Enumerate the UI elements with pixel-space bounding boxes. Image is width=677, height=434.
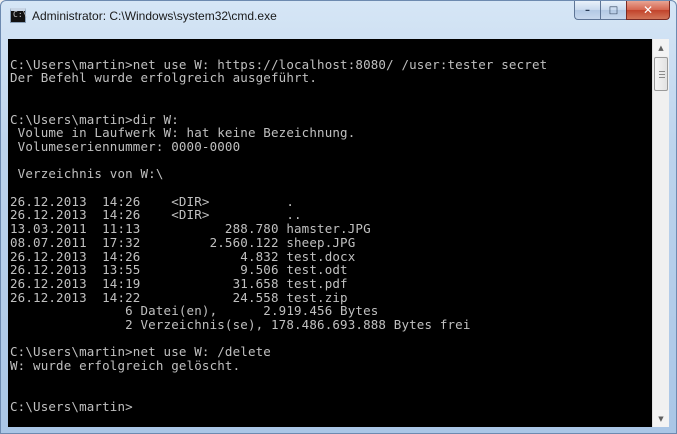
scroll-down-button[interactable]: ▼ <box>653 410 669 427</box>
scroll-thumb[interactable] <box>654 57 668 91</box>
console-line: W: wurde erfolgreich gelöscht. <box>10 358 241 374</box>
grip-line <box>659 77 665 78</box>
cmd-window: C:\ Administrator: C:\Windows\system32\c… <box>0 0 677 434</box>
close-button[interactable]: ✕ <box>626 1 670 20</box>
console-text: C:\Users\martin>net use W: https://local… <box>10 44 547 414</box>
caption-buttons: – □ ✕ <box>574 1 670 21</box>
minimize-button[interactable]: – <box>574 1 600 20</box>
cmd-icon[interactable]: C:\ <box>10 8 28 23</box>
console-line: Der Befehl wurde erfolgreich ausgeführt. <box>10 70 318 86</box>
console-line: C:\Users\martin> <box>10 399 133 415</box>
close-icon: ✕ <box>642 3 654 17</box>
grip-line <box>659 74 665 75</box>
grip-line <box>659 71 665 72</box>
up-arrow-icon: ▲ <box>658 43 664 52</box>
maximize-icon: □ <box>608 4 619 16</box>
down-arrow-icon: ▼ <box>658 414 664 423</box>
maximize-button[interactable]: □ <box>600 1 626 20</box>
scroll-up-button[interactable]: ▲ <box>653 39 669 56</box>
console-line: 2 Verzeichnis(se), 178.486.693.888 Bytes… <box>10 317 471 333</box>
console-line: Volumeseriennummer: 0000-0000 <box>10 138 241 154</box>
title-bar[interactable]: C:\ Administrator: C:\Windows\system32\c… <box>1 1 676 33</box>
vertical-scrollbar[interactable]: ▲ ▼ <box>652 39 669 427</box>
console-line: Verzeichnis von W:\ <box>10 166 164 182</box>
cmd-icon-glyph: C:\ <box>13 10 28 19</box>
console-output[interactable]: C:\Users\martin>net use W: https://local… <box>8 39 652 427</box>
window-title: Administrator: C:\Windows\system32\cmd.e… <box>32 9 277 23</box>
minimize-icon: – <box>585 4 590 16</box>
